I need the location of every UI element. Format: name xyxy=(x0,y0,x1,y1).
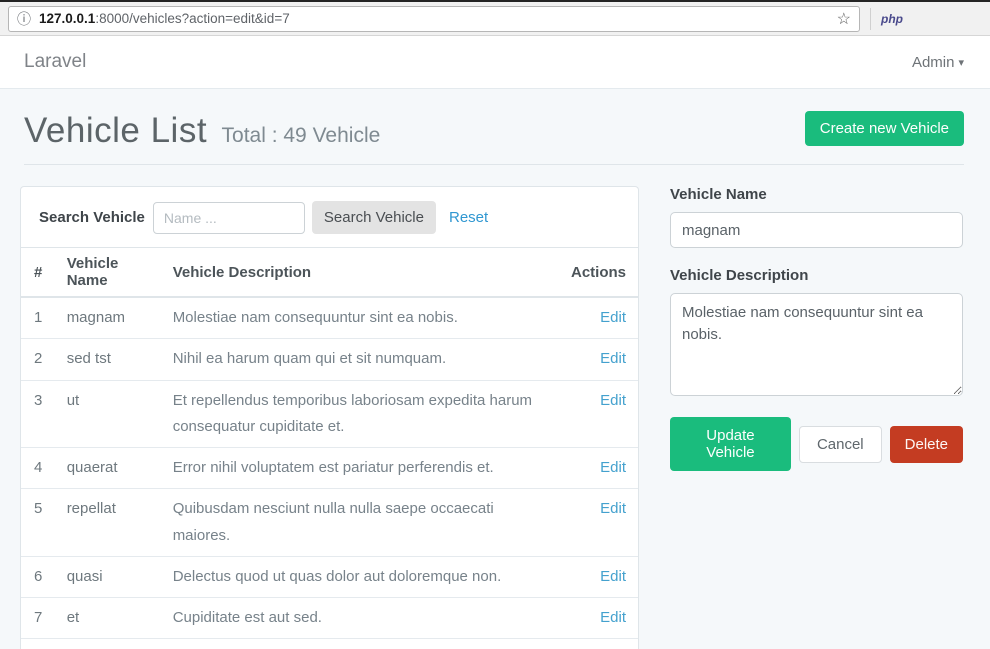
header-actions: Actions xyxy=(563,248,638,298)
row-name: sed tst xyxy=(59,339,165,380)
vehicle-table: # Vehicle Name Vehicle Description Actio… xyxy=(21,247,638,649)
delete-button[interactable]: Delete xyxy=(890,426,963,463)
page-title: Vehicle List xyxy=(24,111,207,150)
table-header-row: # Vehicle Name Vehicle Description Actio… xyxy=(21,248,638,298)
table-row: 1 magnam Molestiae nam consequuntur sint… xyxy=(21,297,638,339)
row-num: 2 xyxy=(21,339,59,380)
url-host: 127.0.0.1 xyxy=(39,11,95,26)
browser-chrome: ⓘ 127.0.0.1:8000/vehicles?action=edit&id… xyxy=(0,0,990,36)
edit-link[interactable]: Edit xyxy=(600,609,626,626)
search-label: Search Vehicle xyxy=(39,209,145,226)
row-num: 8 xyxy=(21,639,59,649)
row-description: Cupiditate est aut sed. xyxy=(165,598,563,639)
edit-link[interactable]: Edit xyxy=(600,568,626,585)
url-text[interactable]: 127.0.0.1:8000/vehicles?action=edit&id=7 xyxy=(39,11,829,26)
create-vehicle-button[interactable]: Create new Vehicle xyxy=(805,111,964,146)
total-count-text: Total : 49 Vehicle xyxy=(222,124,381,147)
row-name: ut xyxy=(59,380,165,448)
edit-link[interactable]: Edit xyxy=(600,350,626,367)
user-menu-label: Admin xyxy=(912,54,955,71)
vehicle-list-card: Search Vehicle Search Vehicle Reset # Ve… xyxy=(20,186,639,649)
edit-link[interactable]: Edit xyxy=(600,392,626,409)
row-name: quasi xyxy=(59,556,165,597)
edit-link[interactable]: Edit xyxy=(600,500,626,517)
search-button[interactable]: Search Vehicle xyxy=(312,201,436,234)
reset-link[interactable]: Reset xyxy=(449,209,488,226)
update-vehicle-button[interactable]: Update Vehicle xyxy=(670,417,791,471)
header-name: Vehicle Name xyxy=(59,248,165,298)
address-bar[interactable]: ⓘ 127.0.0.1:8000/vehicles?action=edit&id… xyxy=(8,6,860,32)
row-description: Quibusdam nesciunt nulla nulla saepe occ… xyxy=(165,489,563,557)
page-header: Vehicle List Total : 49 Vehicle Create n… xyxy=(24,111,964,151)
page-info-icon[interactable]: ⓘ xyxy=(17,9,31,29)
edit-vehicle-form: Vehicle Name Vehicle Description Molesti… xyxy=(670,186,963,471)
row-name: ut xyxy=(59,639,165,649)
cancel-button[interactable]: Cancel xyxy=(799,426,882,463)
url-path: :8000/vehicles?action=edit&id=7 xyxy=(95,11,289,26)
table-row: 8 ut Vel necessitatibus voluptates optio… xyxy=(21,639,638,649)
edit-link[interactable]: Edit xyxy=(600,459,626,476)
chevron-down-icon: ▾ xyxy=(958,56,964,69)
vehicle-description-label: Vehicle Description xyxy=(670,267,963,284)
row-description: Delectus quod ut quas dolor aut doloremq… xyxy=(165,556,563,597)
header-num: # xyxy=(21,248,59,298)
search-input[interactable] xyxy=(153,202,305,234)
bookmark-star-icon[interactable]: ☆ xyxy=(837,9,851,29)
table-row: 3 ut Et repellendus temporibus laboriosa… xyxy=(21,380,638,448)
chrome-divider xyxy=(870,8,871,30)
vehicle-name-input[interactable] xyxy=(670,212,963,248)
row-num: 7 xyxy=(21,598,59,639)
edit-link[interactable]: Edit xyxy=(600,309,626,326)
row-num: 6 xyxy=(21,556,59,597)
header-description: Vehicle Description xyxy=(165,248,563,298)
row-num: 5 xyxy=(21,489,59,557)
row-name: magnam xyxy=(59,297,165,339)
table-row: 2 sed tst Nihil ea harum quam qui et sit… xyxy=(21,339,638,380)
brand-link[interactable]: Laravel xyxy=(24,51,86,73)
form-buttons: Update Vehicle Cancel Delete xyxy=(670,417,963,471)
row-name: repellat xyxy=(59,489,165,557)
user-menu-dropdown[interactable]: Admin▾ xyxy=(912,54,964,71)
row-description: Error nihil voluptatem est pariatur perf… xyxy=(165,448,563,489)
vehicle-description-textarea[interactable]: Molestiae nam consequuntur sint ea nobis… xyxy=(670,293,963,396)
table-row: 7 et Cupiditate est aut sed. Edit xyxy=(21,598,638,639)
row-name: et xyxy=(59,598,165,639)
row-description: Nihil ea harum quam qui et sit numquam. xyxy=(165,339,563,380)
title-group: Vehicle List Total : 49 Vehicle xyxy=(24,111,380,151)
content-area: Search Vehicle Search Vehicle Reset # Ve… xyxy=(20,186,963,649)
row-num: 3 xyxy=(21,380,59,448)
table-row: 4 quaerat Error nihil voluptatem est par… xyxy=(21,448,638,489)
table-row: 6 quasi Delectus quod ut quas dolor aut … xyxy=(21,556,638,597)
title-divider xyxy=(24,164,964,165)
row-name: quaerat xyxy=(59,448,165,489)
table-row: 5 repellat Quibusdam nesciunt nulla null… xyxy=(21,489,638,557)
page-body: Vehicle List Total : 49 Vehicle Create n… xyxy=(0,89,990,649)
row-description: Molestiae nam consequuntur sint ea nobis… xyxy=(165,297,563,339)
row-description: Et repellendus temporibus laboriosam exp… xyxy=(165,380,563,448)
bookmark-php[interactable]: php xyxy=(881,12,903,26)
row-num: 1 xyxy=(21,297,59,339)
app-navbar: Laravel Admin▾ xyxy=(0,36,990,89)
row-description: Vel necessitatibus voluptates optio cons… xyxy=(165,639,563,649)
vehicle-name-label: Vehicle Name xyxy=(670,186,963,203)
search-bar: Search Vehicle Search Vehicle Reset xyxy=(21,187,638,247)
row-num: 4 xyxy=(21,448,59,489)
